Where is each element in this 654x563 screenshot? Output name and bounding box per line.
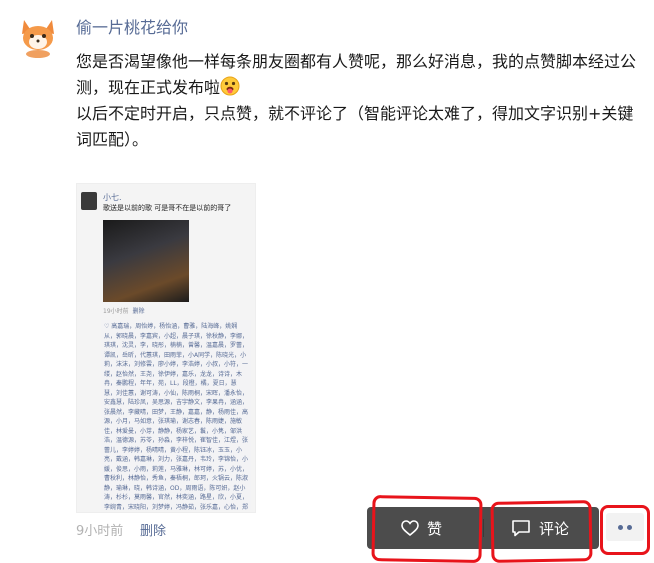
screenshot-time: 19小时前 删除	[103, 306, 144, 315]
screenshot-avatar	[81, 192, 97, 210]
annotation-mark-more	[600, 505, 650, 555]
screenshot-text: 歌送是以前的歌 可是哥不在是以前的哥了	[103, 204, 232, 212]
post-time: 9小时前	[76, 524, 124, 539]
post-text-line2: 以后不定时开启，只点赞，就不评论了（智能评论太难了，得加文字识别+关键词匹配）。	[76, 104, 634, 149]
fox-avatar-icon	[22, 20, 54, 58]
post-author[interactable]: 偷一片桃花给你	[76, 16, 188, 40]
post-text-line1: 您是否渴望像他一样每条朋友圈都有人赞呢，那么好消息，我的点赞脚本经过公测，现在正…	[76, 52, 637, 97]
screenshot-author: 小七.	[103, 193, 122, 202]
author-avatar[interactable]	[16, 14, 60, 58]
annotation-mark-comment	[490, 500, 593, 563]
action-divider	[483, 519, 484, 537]
attached-screenshot-image[interactable]: 小七. 歌送是以前的歌 可是哥不在是以前的哥了 19小时前 删除 ♡ 高嘉瑞，周…	[76, 183, 256, 513]
tongue-face-emoji-icon	[220, 76, 240, 96]
delete-link[interactable]: 删除	[140, 520, 166, 539]
screenshot-photo	[103, 220, 189, 302]
screenshot-delete: 删除	[132, 308, 145, 315]
screenshot-time-text: 19小时前	[103, 308, 129, 315]
screenshot-likes-list: ♡ 高嘉瑞，周怡婷，杨怡涵，曹雅，陆海峰，姚娴从，郭晓晨，李嘉宾，小超，晨子琪，…	[101, 320, 251, 510]
annotation-mark-like	[371, 495, 483, 563]
post-text: 您是否渴望像他一样每条朋友圈都有人赞呢，那么好消息，我的点赞脚本经过公测，现在正…	[76, 49, 642, 153]
